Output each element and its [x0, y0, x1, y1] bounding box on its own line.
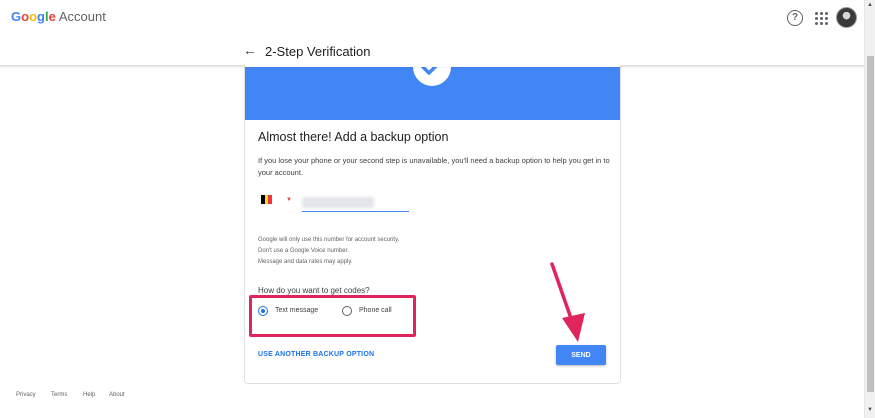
avatar[interactable]: [836, 7, 857, 28]
footer-help-link[interactable]: Help: [83, 392, 95, 398]
options-highlight-box: [249, 295, 416, 337]
scroll-down-icon[interactable]: ▼: [867, 407, 873, 413]
logo-suffix: Account: [58, 9, 106, 24]
success-banner: [245, 66, 620, 120]
note-line: Message and data rates may apply.: [258, 259, 353, 265]
phone-notes: Google will only use this number for acc…: [258, 235, 399, 268]
phone-number-blurred: [302, 197, 374, 208]
footer-privacy-link[interactable]: Privacy: [16, 392, 36, 398]
page-title: 2-Step Verification: [265, 44, 371, 59]
check-circle-icon: [413, 66, 451, 86]
phone-call-radio[interactable]: [342, 306, 352, 316]
footer-terms-link[interactable]: Terms: [51, 392, 67, 398]
note-line: Don't use a Google Voice number.: [258, 248, 349, 254]
scroll-up-icon[interactable]: ▲: [867, 2, 873, 8]
help-icon[interactable]: ?: [787, 10, 803, 26]
apps-grid-icon[interactable]: [813, 10, 829, 26]
backup-description: If you lose your phone or your second st…: [258, 156, 610, 177]
use-another-backup-option-link[interactable]: USE ANOTHER BACKUP OPTION: [258, 351, 374, 358]
code-method-question: How do you want to get codes?: [258, 286, 370, 295]
country-flag-icon[interactable]: [261, 195, 273, 204]
card-heading: Almost there! Add a backup option: [258, 130, 449, 144]
text-message-label[interactable]: Text message: [275, 307, 318, 314]
scrollbar-thumb[interactable]: [867, 56, 874, 392]
note-line: Google will only use this number for acc…: [258, 237, 400, 243]
vertical-scrollbar[interactable]: ▲ ▼: [864, 0, 875, 418]
country-dropdown-icon[interactable]: ▼: [286, 197, 292, 203]
pointer-arrow-icon: [550, 262, 585, 342]
phone-number-input[interactable]: •• ••• •• ••: [302, 196, 409, 212]
page: Google Account ? ← 2-Step Verification Al…: [0, 0, 875, 418]
back-arrow-icon[interactable]: ←: [243, 42, 257, 58]
google-account-logo[interactable]: Google Account: [11, 9, 106, 24]
google-logo-text: Google: [11, 9, 56, 24]
text-message-radio[interactable]: [258, 306, 268, 316]
footer-about-link[interactable]: About: [109, 392, 125, 398]
phone-call-label[interactable]: Phone call: [359, 307, 392, 314]
